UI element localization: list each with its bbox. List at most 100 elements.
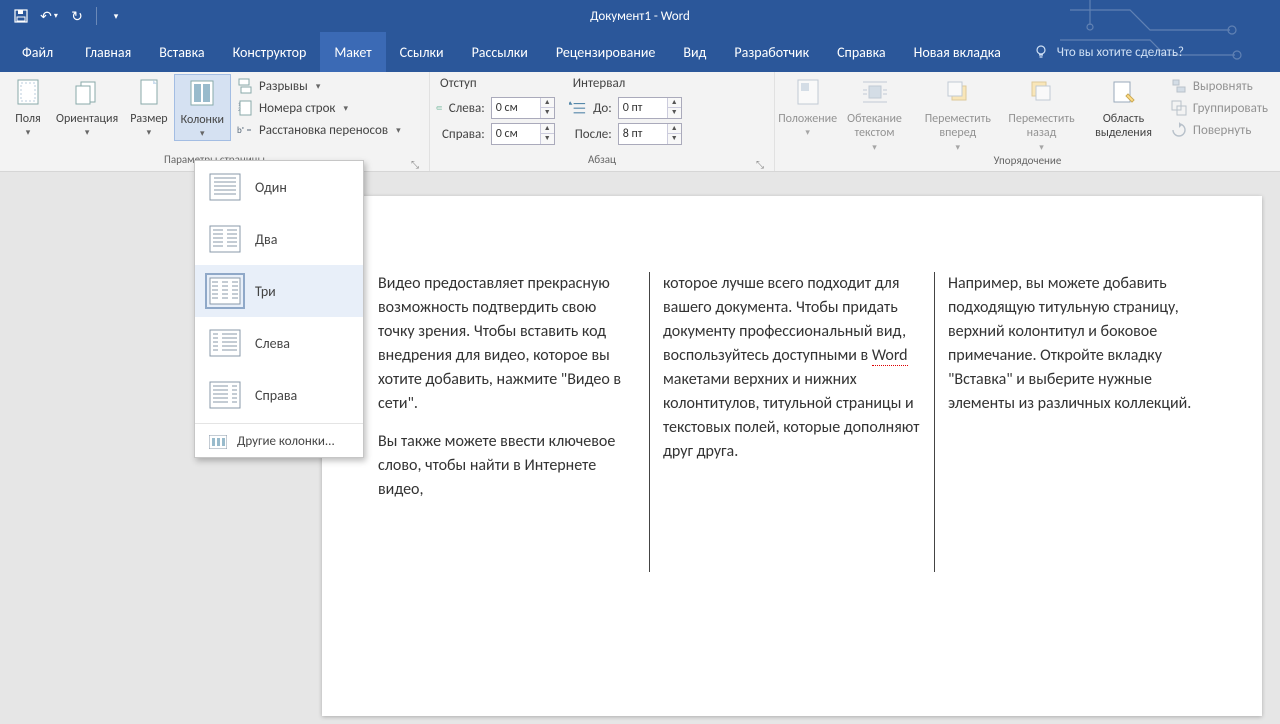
columns-label: Колонки — [181, 113, 224, 127]
line-numbers-button[interactable]: 12 Номера строк▾ — [231, 98, 407, 118]
align-icon — [1171, 78, 1187, 94]
columns-right[interactable]: Справа — [195, 369, 363, 421]
columns-button[interactable]: Колонки ▾ — [174, 74, 231, 141]
columns-more[interactable]: Другие колонки... — [195, 426, 363, 457]
caret-icon: ▾ — [147, 128, 152, 139]
position-button[interactable]: Положение▾ — [781, 74, 834, 139]
tab-insert[interactable]: Вставка — [145, 32, 218, 72]
indent-left-label: Слева: — [449, 101, 485, 116]
right-col-icon — [209, 381, 241, 409]
forward-icon — [942, 76, 974, 108]
two-col-icon — [209, 225, 241, 253]
column-separator — [921, 272, 948, 572]
rotate-button[interactable]: Повернуть — [1165, 120, 1274, 140]
margins-button[interactable]: Поля ▾ — [6, 74, 50, 139]
orientation-icon — [71, 76, 103, 108]
tab-new[interactable]: Новая вкладка — [900, 32, 1015, 72]
columns-one-label: Один — [255, 179, 287, 196]
rotate-icon — [1171, 122, 1187, 138]
tab-layout[interactable]: Макет — [320, 32, 385, 72]
space-after-input[interactable]: ▲▼ — [618, 123, 682, 145]
wrap-icon — [859, 76, 891, 108]
backward-label: Переместить назад — [1007, 112, 1076, 141]
columns-left-label: Слева — [255, 335, 290, 352]
hyphenation-button[interactable]: bᶜ Расстановка переносов▾ — [231, 120, 407, 140]
margins-label: Поля — [15, 112, 40, 126]
spell-error[interactable]: Word — [872, 346, 908, 366]
orientation-button[interactable]: Ориентация ▾ — [50, 74, 124, 139]
three-col-icon — [209, 277, 241, 305]
spin-down[interactable]: ▼ — [541, 108, 554, 118]
column-separator — [636, 272, 663, 572]
dialog-launcher-paragraph[interactable]: ⤡ — [754, 158, 766, 170]
page[interactable]: Видео предоставляет прекрасную возможнос… — [322, 196, 1262, 716]
group-icon — [1171, 100, 1187, 116]
indent-right-label: Справа: — [442, 127, 485, 142]
selection-icon — [1108, 76, 1140, 108]
column-3[interactable]: Например, вы можете добавить подходящую … — [948, 272, 1206, 572]
group-button[interactable]: Группировать — [1165, 98, 1274, 118]
tab-help[interactable]: Справка — [823, 32, 900, 72]
spin-down[interactable]: ▼ — [541, 134, 554, 144]
columns-three[interactable]: Три — [195, 265, 363, 317]
size-button[interactable]: Размер ▾ — [124, 74, 173, 139]
columns-left[interactable]: Слева — [195, 317, 363, 369]
paragraph[interactable]: которое лучше всего подходит для вашего … — [663, 272, 921, 464]
titlebar-decoration — [1060, 0, 1280, 72]
columns-one[interactable]: Один — [195, 161, 363, 213]
align-button[interactable]: Выровнять — [1165, 76, 1274, 96]
dialog-launcher-page-setup[interactable]: ⤡ — [409, 158, 421, 170]
tab-file[interactable]: Файл — [4, 32, 71, 72]
orientation-label: Ориентация — [56, 112, 118, 126]
tab-view[interactable]: Вид — [669, 32, 720, 72]
tab-references[interactable]: Ссылки — [386, 32, 458, 72]
dropdown-separator — [195, 423, 363, 424]
columns-dropdown: Один Два Три Слева Справа Другие колонки… — [194, 160, 364, 458]
redo-button[interactable]: ↻ — [64, 3, 90, 29]
bring-forward-button[interactable]: Переместить вперед▾ — [915, 74, 1001, 154]
tab-review[interactable]: Рецензирование — [542, 32, 670, 72]
ribbon: Поля ▾ Ориентация ▾ Размер ▾ Колонки ▾ — [0, 72, 1280, 172]
columns-three-label: Три — [255, 283, 276, 300]
selection-label: Область выделения — [1088, 112, 1159, 141]
paragraph[interactable]: Например, вы можете добавить подходящую … — [948, 272, 1206, 416]
align-label: Выровнять — [1193, 79, 1253, 94]
send-backward-button[interactable]: Переместить назад▾ — [1001, 74, 1082, 154]
spacing-title: Интервал — [569, 74, 682, 95]
margins-icon — [12, 76, 44, 108]
tab-design[interactable]: Конструктор — [219, 32, 321, 72]
undo-button[interactable]: ↶▾ — [36, 3, 62, 29]
spin-down[interactable]: ▼ — [668, 108, 681, 118]
selection-pane-button[interactable]: Область выделения — [1082, 74, 1165, 141]
qat-customize[interactable]: ▾ — [103, 3, 129, 29]
group-label-paragraph: Абзац ⤡ — [436, 153, 768, 171]
tab-mailings[interactable]: Рассылки — [458, 32, 542, 72]
breaks-icon — [237, 78, 253, 94]
caret-icon: ▾ — [26, 128, 31, 139]
column-1[interactable]: Видео предоставляет прекрасную возможнос… — [378, 272, 636, 572]
wrap-text-button[interactable]: Обтекание текстом▾ — [834, 74, 914, 154]
columns-two[interactable]: Два — [195, 213, 363, 265]
columns-more-label: Другие колонки... — [237, 434, 335, 449]
indent-block: Отступ Слева: ▲▼ Справа: ▲▼ — [436, 74, 555, 147]
group-paragraph: Отступ Слева: ▲▼ Справа: ▲▼ Интервал До: — [430, 72, 775, 171]
save-button[interactable] — [8, 3, 34, 29]
paragraph[interactable]: Видео предоставляет прекрасную возможнос… — [378, 272, 636, 416]
indent-left-input[interactable]: ▲▼ — [491, 97, 555, 119]
quick-access-toolbar: ↶▾ ↻ ▾ — [0, 3, 129, 29]
title-bar: ↶▾ ↻ ▾ Документ1 - Word — [0, 0, 1280, 32]
breaks-button[interactable]: Разрывы▾ — [231, 76, 407, 96]
group-arrange: Положение▾ Обтекание текстом▾ Переместит… — [775, 72, 1280, 171]
space-before-input[interactable]: ▲▼ — [618, 97, 682, 119]
breaks-label: Разрывы — [259, 79, 308, 94]
three-column-layout: Видео предоставляет прекрасную возможнос… — [322, 196, 1262, 572]
paragraph[interactable]: Вы также можете ввести ключевое слово, ч… — [378, 430, 636, 502]
qat-separator — [96, 7, 97, 25]
column-2[interactable]: которое лучше всего подходит для вашего … — [663, 272, 921, 572]
tab-home[interactable]: Главная — [71, 32, 145, 72]
document-area[interactable]: Видео предоставляет прекрасную возможнос… — [0, 172, 1280, 724]
tab-developer[interactable]: Разработчик — [720, 32, 823, 72]
indent-right-input[interactable]: ▲▼ — [491, 123, 555, 145]
caret-icon: ▾ — [200, 129, 205, 140]
spin-down[interactable]: ▼ — [668, 134, 681, 144]
